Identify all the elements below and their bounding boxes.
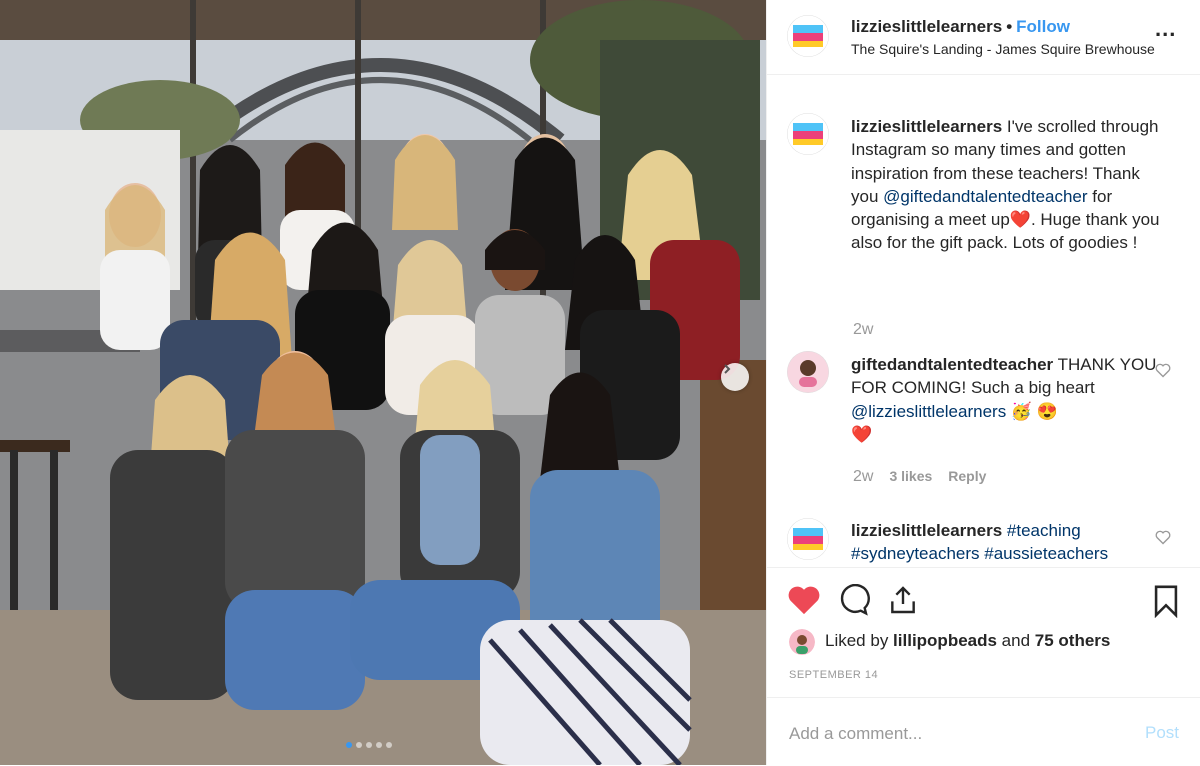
like-button[interactable]: [787, 584, 821, 621]
avatar-image: [787, 15, 829, 57]
comment-emojis: 🥳 😍: [1006, 401, 1058, 421]
caption-username[interactable]: lizzieslittlelearners: [851, 117, 1002, 136]
comment-text: lizzieslittlelearners #teaching #sydneyte…: [851, 519, 1171, 566]
hashtag[interactable]: #teaching: [1007, 521, 1081, 540]
carousel-indicator: [346, 742, 392, 748]
caption-time: 2w: [853, 321, 874, 338]
next-photo-button[interactable]: [721, 363, 749, 391]
post-date[interactable]: SEPTEMBER 14: [789, 669, 878, 681]
avatar-image: [787, 113, 829, 155]
heart-emoji: ❤️: [1009, 210, 1031, 230]
post-photo[interactable]: [0, 0, 766, 765]
liked-by-prefix: Liked by: [825, 631, 894, 650]
location-link[interactable]: The Squire's Landing - James Squire Brew…: [851, 41, 1155, 57]
liked-by-middle: and: [996, 631, 1035, 650]
post-comment-button[interactable]: Post: [1145, 723, 1179, 743]
heart-filled-icon: [788, 586, 820, 615]
comment-username[interactable]: lizzieslittlelearners: [851, 521, 1002, 540]
reply-button[interactable]: Reply: [948, 468, 986, 484]
comment-like-icon[interactable]: [1155, 530, 1171, 549]
liker-avatar[interactable]: [789, 629, 815, 655]
bookmark-icon: [1154, 585, 1178, 619]
comment-button[interactable]: [837, 583, 871, 621]
follow-button[interactable]: Follow: [1016, 17, 1070, 36]
save-button[interactable]: [1151, 584, 1181, 623]
carousel-dot: [366, 742, 372, 748]
comment-mention[interactable]: @lizzieslittlelearners: [851, 402, 1006, 421]
comment-username[interactable]: giftedandtalentedteacher: [851, 355, 1053, 374]
post-header: lizzieslittlelearners • Follow The Squire'…: [767, 0, 1200, 75]
chevron-right-icon: [724, 364, 731, 374]
share-upload-icon: [891, 586, 915, 614]
comment-text: giftedandtalentedteacher THANK YOU FOR C…: [851, 353, 1171, 446]
comment-meta: 2w 3 likes Reply: [853, 468, 1002, 486]
more-options-icon[interactable]: ...: [1155, 16, 1176, 42]
separator-dot: •: [1006, 17, 1013, 36]
comment-like-icon[interactable]: [1155, 363, 1171, 382]
carousel-dot: [346, 742, 352, 748]
author-avatar[interactable]: [787, 15, 829, 57]
carousel-dot: [376, 742, 382, 748]
caption-text: lizzieslittlelearners I've scrolled thro…: [851, 115, 1171, 255]
comment-likes[interactable]: 3 likes: [889, 468, 932, 484]
avatar-image: [789, 629, 815, 655]
hashtag[interactable]: #aussieteachers: [984, 544, 1108, 563]
carousel-dot: [356, 742, 362, 748]
group-photo-illustration: [0, 0, 766, 765]
heart-outline-icon: [1155, 530, 1171, 545]
heart-outline-icon: [1155, 363, 1171, 378]
comment-input[interactable]: [787, 720, 1121, 748]
liked-by-others[interactable]: 75 others: [1035, 631, 1111, 650]
header-user-line: lizzieslittlelearners • Follow: [851, 17, 1070, 37]
avatar-image: [787, 351, 829, 393]
share-button[interactable]: [887, 584, 919, 621]
heart-emoji: ❤️: [851, 424, 873, 444]
avatar-image: [787, 518, 829, 560]
caption-mention[interactable]: @giftedandtalentedteacher: [883, 187, 1087, 206]
comment-bubble-icon: [840, 583, 870, 616]
add-comment-bar: Post: [767, 697, 1200, 766]
post-details-panel: lizzieslittlelearners • Follow The Squire'…: [766, 0, 1200, 765]
post-actions: Liked by lillipopbeads and 75 others SEP…: [767, 567, 1200, 698]
author-username[interactable]: lizzieslittlelearners: [851, 17, 1002, 36]
commenter-avatar[interactable]: [787, 518, 829, 560]
caption-avatar[interactable]: [787, 113, 829, 155]
commenter-avatar[interactable]: [787, 351, 829, 393]
carousel-dot: [386, 742, 392, 748]
comment-time: 2w: [853, 468, 874, 485]
hashtag[interactable]: #sydneyteachers: [851, 544, 980, 563]
caption-meta: 2w: [853, 321, 889, 339]
liked-by-user[interactable]: lillipopbeads: [893, 631, 997, 650]
liked-by-line: Liked by lillipopbeads and 75 others: [825, 631, 1110, 651]
comments-list[interactable]: lizzieslittlelearners I've scrolled thro…: [767, 75, 1200, 567]
